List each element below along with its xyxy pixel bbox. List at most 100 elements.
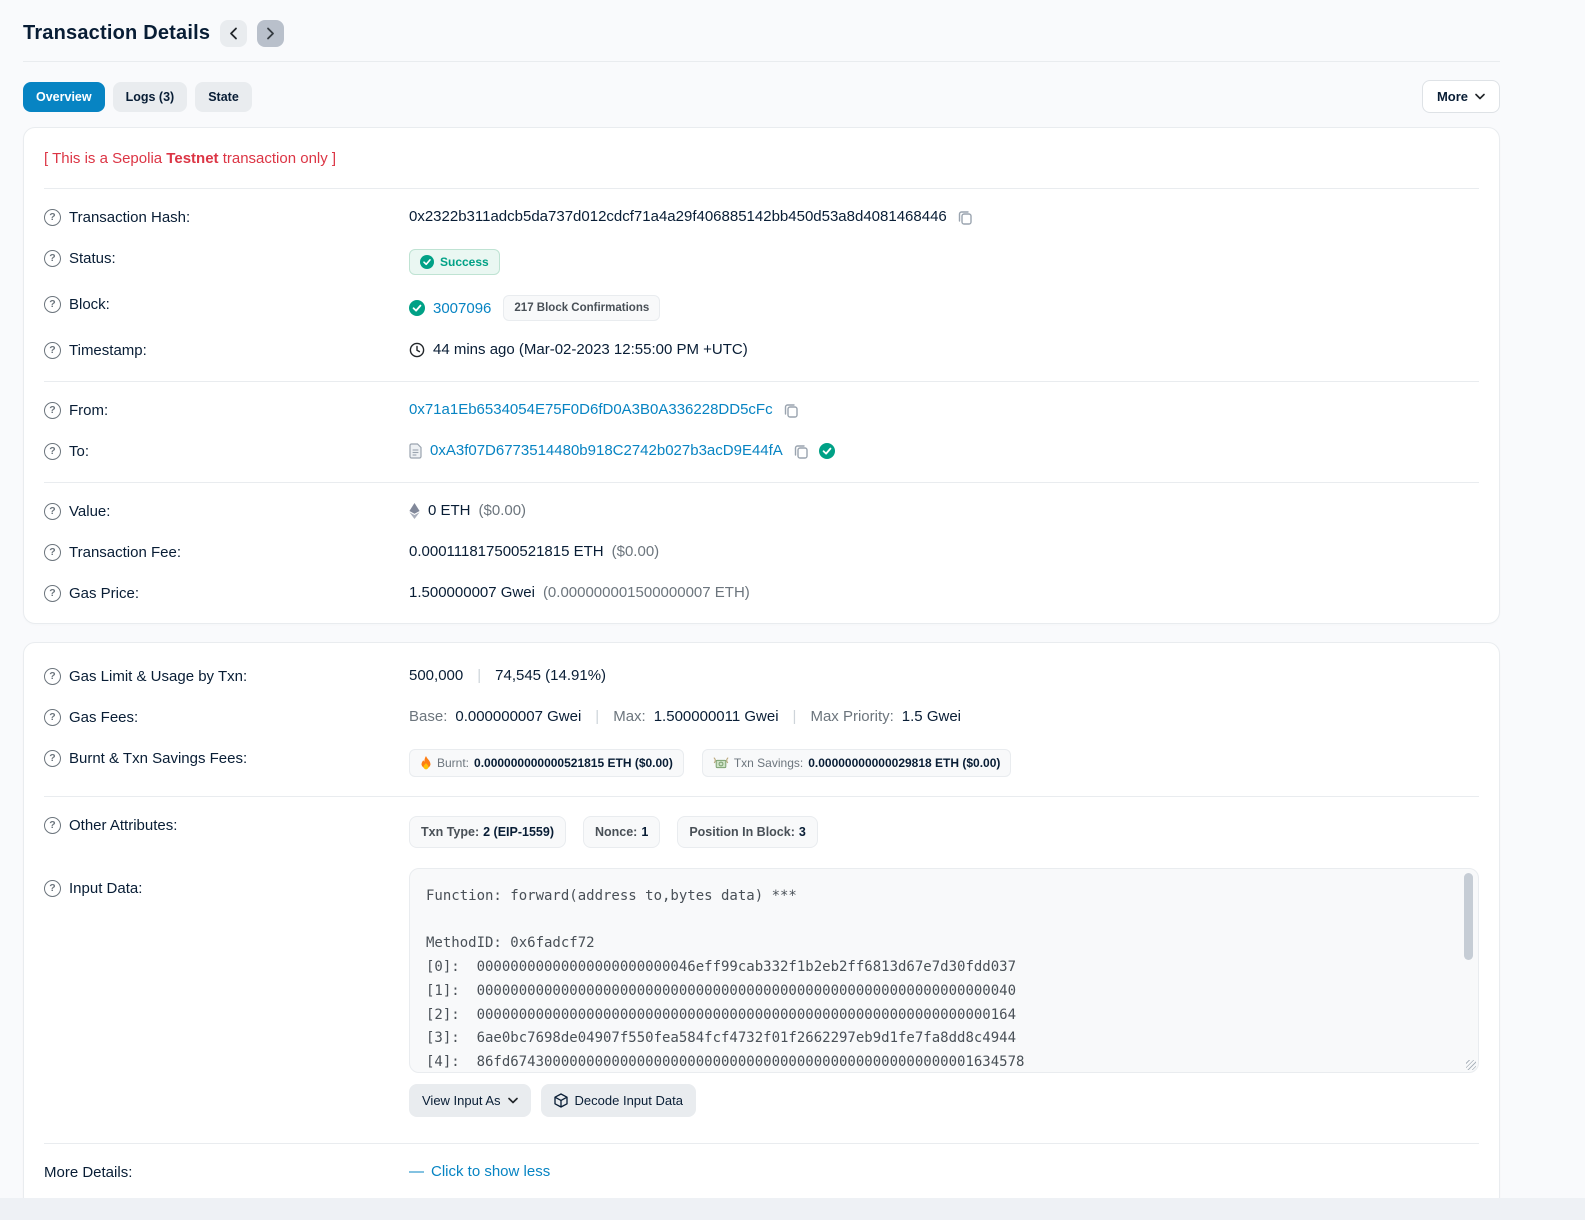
resize-grip-icon[interactable] [1466, 1060, 1476, 1070]
txn-savings-label: Txn Savings: [733, 756, 804, 770]
burnt-fees-label: ? Burnt & Txn Savings Fees: [44, 749, 409, 767]
gas-price-row: ? Gas Price: 1.500000007 Gwei (0.0000000… [44, 574, 1479, 615]
tab-overview[interactable]: Overview [23, 81, 105, 112]
max-priority-fee-value: 1.5 Gwei [901, 708, 961, 725]
chevron-left-icon [229, 27, 238, 40]
from-row: ? From: 0x71a1Eb6534054E75F0D6fD0A3B0A33… [44, 391, 1479, 432]
position-label: Position In Block: [689, 825, 795, 839]
status-row: ? Status: Success [44, 239, 1479, 285]
divider [44, 796, 1479, 797]
chevron-down-icon [1475, 93, 1485, 100]
gas-fees-label: ? Gas Fees: [44, 708, 409, 726]
divider [44, 381, 1479, 382]
help-icon[interactable]: ? [44, 503, 61, 520]
transaction-fee-amount: 0.000111817500521815 ETH [409, 543, 604, 560]
base-fee-value: 0.000000007 Gwei [455, 708, 582, 725]
tab-bar: Overview Logs (3) State More [23, 80, 1500, 113]
transaction-details-page: Transaction Details Overview Logs (3) St… [0, 0, 1585, 1209]
timestamp-label: ? Timestamp: [44, 341, 409, 359]
page-title: Transaction Details [23, 22, 211, 44]
fire-icon [420, 756, 432, 770]
view-input-as-button[interactable]: View Input As [409, 1084, 531, 1117]
value-usd: ($0.00) [478, 502, 527, 519]
gas-price-label: ? Gas Price: [44, 584, 409, 602]
more-details-row: More Details: — Click to show less [44, 1153, 1479, 1194]
details-card: ? Gas Limit & Usage by Txn: 500,000 | 74… [23, 642, 1500, 1209]
value-row: ? Value: 0 ETH ($0.00) [44, 492, 1479, 533]
to-label: ? To: [44, 442, 409, 460]
input-data-textarea[interactable]: Function: forward(address to,bytes data)… [409, 868, 1479, 1073]
overview-card: [ This is a Sepolia Testnet transaction … [23, 127, 1500, 624]
to-row: ? To: 0xA3f07D6773514480b918C2742b027b3a… [44, 432, 1479, 473]
show-less-label: Click to show less [431, 1163, 551, 1180]
chevron-down-icon [507, 1097, 518, 1104]
txn-type-badge: Txn Type: 2 (EIP-1559) [409, 816, 566, 848]
verified-check-circle-icon [818, 442, 835, 459]
help-icon[interactable]: ? [44, 296, 61, 313]
help-icon[interactable]: ? [44, 709, 61, 726]
status-text: Success [440, 255, 489, 269]
transaction-hash-row: ? Transaction Hash: 0x2322b311adcb5da737… [44, 198, 1479, 239]
max-fee-value: 1.500000011 Gwei [653, 708, 779, 725]
max-fee-label: Max: [613, 708, 646, 725]
gas-price-alt: (0.000000001500000007 ETH) [542, 584, 750, 601]
testnet-bold: Testnet [166, 150, 219, 167]
position-in-block-badge: Position In Block: 3 [677, 816, 818, 848]
nonce-badge: Nonce: 1 [582, 816, 661, 848]
block-row: ? Block: 3007096 217 Block Confirmations [44, 285, 1479, 331]
previous-transaction-button[interactable] [220, 20, 248, 47]
tab-logs[interactable]: Logs (3) [112, 81, 188, 112]
input-data-scrollbar[interactable] [1464, 873, 1474, 1068]
page-header: Transaction Details [23, 14, 1500, 61]
burnt-fees-row: ? Burnt & Txn Savings Fees: Burnt: 0.000… [44, 739, 1479, 787]
copy-from-address-button[interactable] [781, 402, 801, 418]
status-label: ? Status: [44, 249, 409, 267]
help-icon[interactable]: ? [44, 544, 61, 561]
value-label: ? Value: [44, 502, 409, 520]
max-priority-fee-label: Max Priority: [810, 708, 894, 725]
help-icon[interactable]: ? [44, 342, 61, 359]
help-icon[interactable]: ? [44, 443, 61, 460]
txn-savings-badge: Txn Savings: 0.00000000000029818 ETH ($0… [701, 749, 1012, 777]
copy-to-address-button[interactable] [791, 443, 811, 459]
header-divider [23, 61, 1500, 62]
help-icon[interactable]: ? [44, 585, 61, 602]
scrollbar-thumb[interactable] [1464, 873, 1473, 960]
gas-limit-value: 500,000 [409, 667, 464, 684]
position-value: 3 [798, 825, 806, 839]
check-circle-icon [420, 255, 434, 269]
copy-hash-button[interactable] [955, 209, 975, 225]
help-icon[interactable]: ? [44, 402, 61, 419]
to-address-link[interactable]: 0xA3f07D6773514480b918C2742b027b3acD9E44… [430, 442, 783, 459]
page-background [0, 1198, 1585, 1220]
more-dropdown-button[interactable]: More [1421, 80, 1500, 113]
tab-state[interactable]: State [195, 81, 252, 112]
timestamp-value: 44 mins ago (Mar-02-2023 12:55:00 PM +UT… [433, 341, 748, 358]
timestamp-row: ? Timestamp: 44 mins ago (Mar-02-2023 12… [44, 331, 1479, 372]
next-transaction-button[interactable] [257, 20, 285, 47]
help-icon[interactable]: ? [44, 817, 61, 834]
copy-icon [783, 402, 799, 418]
ethereum-icon [409, 502, 420, 519]
transaction-hash-label: ? Transaction Hash: [44, 208, 409, 226]
input-data-row: ? Input Data: Function: forward(address … [44, 858, 1479, 1127]
help-icon[interactable]: ? [44, 209, 61, 226]
status-badge: Success [409, 249, 500, 275]
help-icon[interactable]: ? [44, 250, 61, 267]
help-icon[interactable]: ? [44, 750, 61, 767]
decode-input-data-button[interactable]: Decode Input Data [540, 1084, 696, 1117]
check-circle-icon [409, 300, 425, 316]
clock-icon [409, 342, 425, 358]
chevron-right-icon [266, 27, 275, 40]
block-number-link[interactable]: 3007096 [433, 300, 491, 317]
from-address-link[interactable]: 0x71a1Eb6534054E75F0D6fD0A3B0A336228DD5c… [409, 401, 773, 418]
transaction-fee-label: ? Transaction Fee: [44, 543, 409, 561]
click-to-show-less-link[interactable]: — Click to show less [409, 1163, 550, 1180]
gas-price-amount: 1.500000007 Gwei [409, 584, 535, 601]
cube-icon [553, 1093, 568, 1108]
minus-dash-icon: — [409, 1163, 424, 1180]
help-icon[interactable]: ? [44, 668, 61, 685]
help-icon[interactable]: ? [44, 880, 61, 897]
gas-limit-row: ? Gas Limit & Usage by Txn: 500,000 | 74… [44, 657, 1479, 698]
other-attributes-row: ? Other Attributes: Txn Type: 2 (EIP-155… [44, 806, 1479, 858]
